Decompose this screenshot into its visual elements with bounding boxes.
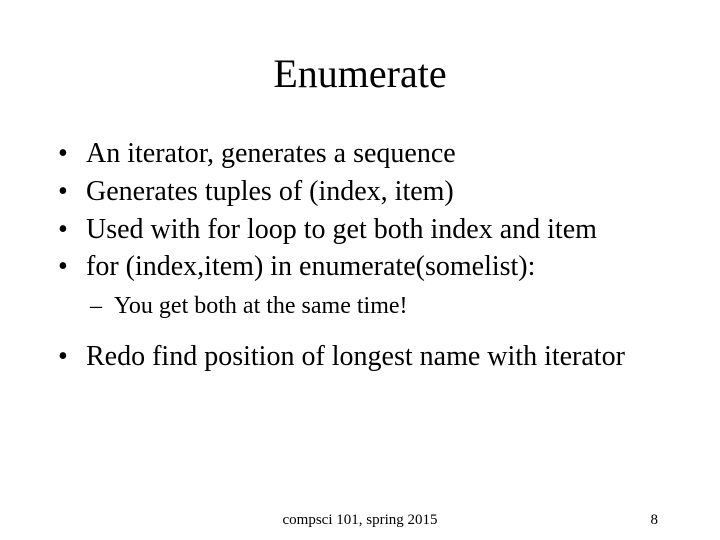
bullet-item: Redo find position of longest name with … [58, 338, 670, 376]
bullet-list: Redo find position of longest name with … [50, 338, 670, 376]
footer-course: compsci 101, spring 2015 [283, 512, 438, 529]
bullet-list: An iterator, generates a sequence Genera… [50, 135, 670, 286]
bullet-item: Used with for loop to get both index and… [58, 211, 670, 249]
sub-bullet-item: You get both at the same time! [90, 290, 670, 324]
bullet-item: An iterator, generates a sequence [58, 135, 670, 173]
slide-container: Enumerate An iterator, generates a seque… [0, 0, 720, 540]
slide-title: Enumerate [50, 50, 670, 97]
sub-bullet-list: You get both at the same time! [50, 290, 670, 324]
bullet-item: for (index,item) in enumerate(somelist): [58, 248, 670, 286]
bullet-item: Generates tuples of (index, item) [58, 173, 670, 211]
footer-page-number: 8 [651, 512, 659, 529]
